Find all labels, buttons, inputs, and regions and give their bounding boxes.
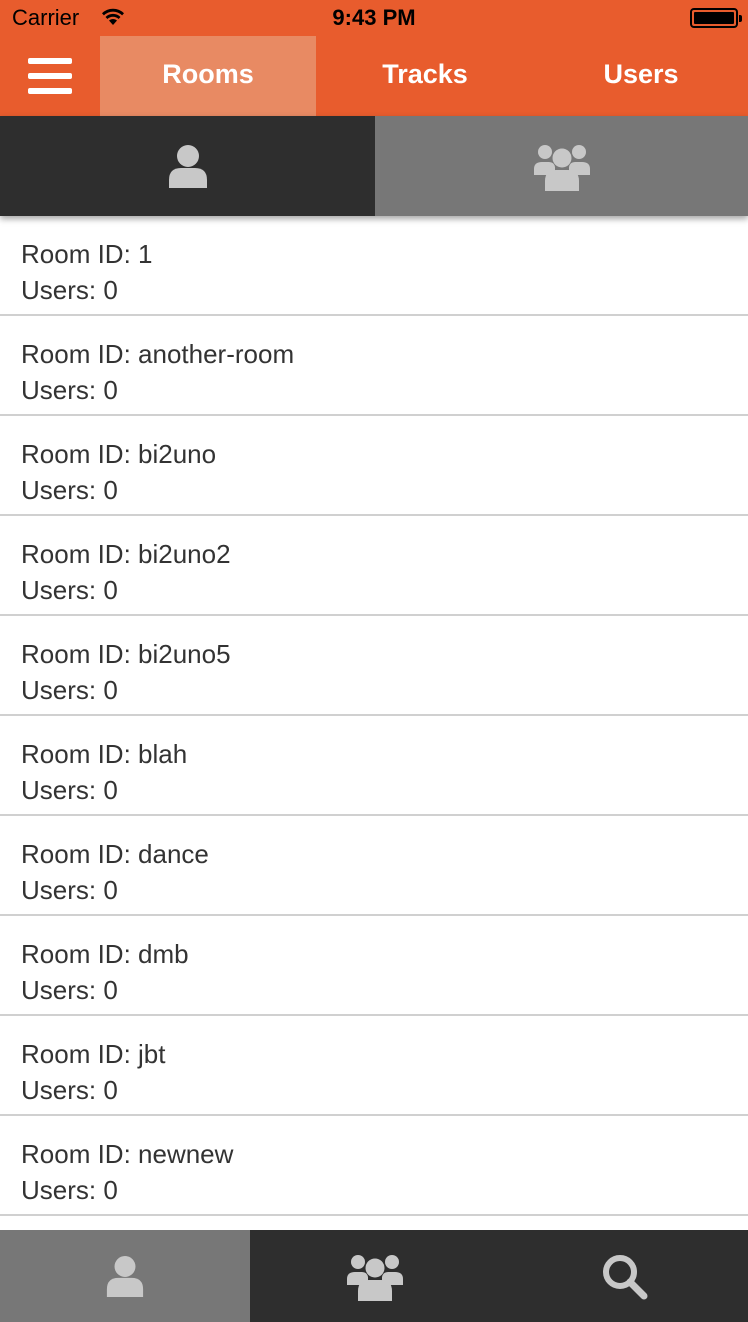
list-item[interactable]: Room ID: jbt Users: 0 bbox=[0, 1016, 748, 1116]
room-users-label: Users: 0 bbox=[21, 375, 118, 405]
room-users-label: Users: 0 bbox=[21, 775, 118, 805]
room-users-label: Users: 0 bbox=[21, 1075, 118, 1105]
room-users-label: Users: 0 bbox=[21, 1175, 118, 1205]
user-icon bbox=[106, 1256, 144, 1297]
room-users-label: Users: 0 bbox=[21, 575, 118, 605]
room-id-label: Room ID: bi2uno bbox=[21, 439, 217, 469]
room-id-label: Room ID: newnew bbox=[21, 1139, 234, 1169]
room-id-label: Room ID: bi2uno5 bbox=[21, 639, 231, 669]
tab-bar-groups[interactable] bbox=[250, 1230, 500, 1322]
list-item[interactable]: Room ID: blah Users: 0 bbox=[0, 716, 748, 816]
segment-group-users[interactable] bbox=[375, 116, 748, 216]
room-id-label: Room ID: 1 bbox=[21, 239, 153, 269]
users-group-icon bbox=[533, 145, 590, 191]
list-item[interactable]: Room ID: dmb Users: 0 bbox=[0, 916, 748, 1016]
room-id-label: Room ID: dmb bbox=[21, 939, 189, 969]
list-item[interactable]: Room ID: newnew Users: 0 bbox=[0, 1116, 748, 1216]
list-item[interactable]: Room ID: another-room Users: 0 bbox=[0, 316, 748, 416]
tab-bar-search[interactable] bbox=[500, 1230, 748, 1322]
room-list: Room ID: 1 Users: 0 Room ID: another-roo… bbox=[0, 216, 748, 1230]
tab-rooms[interactable]: Rooms bbox=[100, 36, 316, 116]
tab-bar-profile[interactable] bbox=[0, 1230, 250, 1322]
room-users-label: Users: 0 bbox=[21, 875, 118, 905]
battery-icon bbox=[690, 8, 742, 28]
room-users-label: Users: 0 bbox=[21, 475, 118, 505]
users-group-icon bbox=[347, 1255, 403, 1301]
clock-time: 9:43 PM bbox=[332, 5, 416, 30]
list-item[interactable]: Room ID: dance Users: 0 bbox=[0, 816, 748, 916]
room-id-label: Room ID: bi2uno2 bbox=[21, 539, 231, 569]
room-id-label: Room ID: another-room bbox=[21, 339, 295, 369]
hamburger-icon[interactable] bbox=[28, 58, 72, 94]
room-id-label: Room ID: blah bbox=[21, 739, 188, 769]
tab-users[interactable]: Users bbox=[533, 36, 748, 116]
room-users-label: Users: 0 bbox=[21, 675, 118, 705]
room-users-label: Users: 0 bbox=[21, 975, 118, 1005]
list-item[interactable]: Room ID: 1 Users: 0 bbox=[0, 216, 748, 316]
room-users-label: Users: 0 bbox=[21, 275, 118, 305]
segment-single-user[interactable] bbox=[0, 116, 375, 216]
status-bar: Carrier 9:43 PM bbox=[0, 0, 748, 36]
list-item[interactable]: Room ID: bi2uno5 Users: 0 bbox=[0, 616, 748, 716]
tab-tracks[interactable]: Tracks bbox=[317, 36, 533, 116]
user-icon bbox=[168, 145, 207, 188]
segment-bar bbox=[0, 116, 748, 216]
list-item[interactable]: Room ID: bi2uno Users: 0 bbox=[0, 416, 748, 516]
bottom-tab-bar bbox=[0, 1230, 748, 1322]
list-item[interactable]: Room ID: bi2uno2 Users: 0 bbox=[0, 516, 748, 616]
search-icon bbox=[603, 1255, 648, 1300]
top-nav-bar: Rooms Tracks Users bbox=[0, 36, 748, 116]
room-id-label: Room ID: dance bbox=[21, 839, 209, 869]
room-id-label: Room ID: jbt bbox=[21, 1039, 166, 1069]
